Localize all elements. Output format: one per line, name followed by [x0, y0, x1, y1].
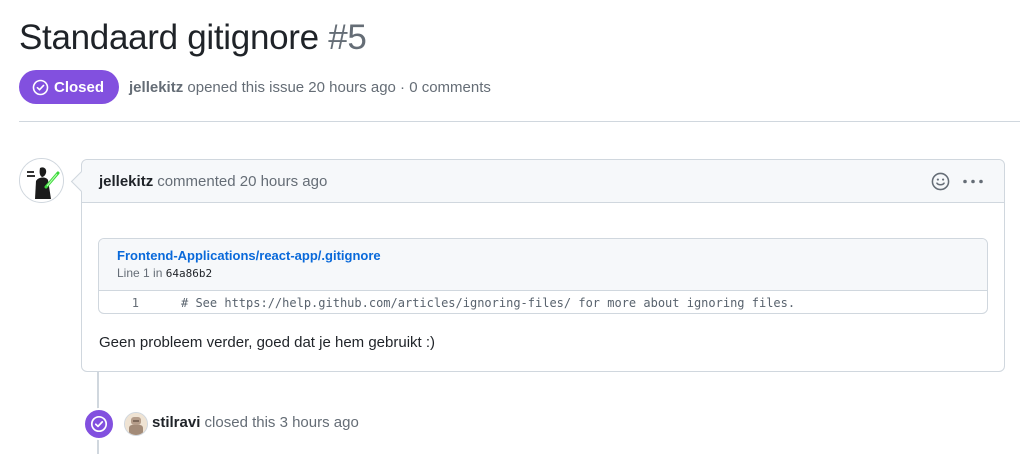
- issue-title: Standaard gitignore #5: [19, 18, 367, 58]
- snippet-file-link[interactable]: Frontend-Applications/react-app/.gitigno…: [117, 247, 969, 265]
- code-line: 1 # See https://help.github.com/articles…: [99, 291, 987, 313]
- state-label: Closed: [54, 78, 105, 96]
- event-actor-link[interactable]: stilravi: [152, 414, 200, 431]
- snippet-line-prefix: Line 1 in: [117, 266, 163, 280]
- snippet-subtitle: Line 1 in 64a86b2: [117, 265, 969, 282]
- closed-event-badge: [83, 408, 115, 440]
- event-action-text: closed this 3 hours ago: [204, 414, 359, 431]
- state-badge: Closed: [19, 70, 120, 104]
- issue-number: #5: [328, 18, 367, 57]
- kebab-horizontal-icon[interactable]: [962, 172, 984, 191]
- issue-author-link[interactable]: jellekitz: [129, 79, 183, 96]
- check-circle-icon: [32, 79, 49, 95]
- snippet-commit[interactable]: 64a86b2: [166, 267, 212, 280]
- code-text: # See https://help.github.com/articles/i…: [181, 295, 796, 310]
- issue-opened-text: opened this issue 20 hours ago · 0 comme…: [187, 78, 491, 96]
- issue-meta: Closed jellekitz opened this issue 20 ho…: [19, 70, 491, 104]
- comment-body: Geen probleem verder, goed dat je hem ge…: [99, 334, 436, 351]
- event-actor-avatar[interactable]: [124, 412, 148, 436]
- header-divider: [19, 121, 1020, 122]
- issue-meta-text: jellekitz opened this issue 20 hours ago…: [129, 79, 491, 96]
- comment-header: jellekitz commented 20 hours ago: [82, 160, 1004, 203]
- issue-title-text: Standaard gitignore: [19, 18, 319, 57]
- comment-box: jellekitz commented 20 hours ago Fronten…: [81, 159, 1005, 372]
- comment-author-link[interactable]: jellekitz: [99, 173, 153, 190]
- comment-timestamp[interactable]: commented 20 hours ago: [157, 173, 327, 190]
- event-avatar-image: [125, 413, 147, 435]
- avatar-image: [20, 159, 63, 202]
- check-circle-icon: [90, 415, 108, 433]
- line-number[interactable]: 1: [99, 296, 139, 310]
- code-snippet: Frontend-Applications/react-app/.gitigno…: [98, 238, 988, 314]
- smiley-icon[interactable]: [931, 172, 950, 191]
- closed-event: stilravi closed this 3 hours ago: [152, 414, 359, 431]
- avatar[interactable]: [19, 158, 64, 203]
- snippet-header: Frontend-Applications/react-app/.gitigno…: [99, 239, 987, 291]
